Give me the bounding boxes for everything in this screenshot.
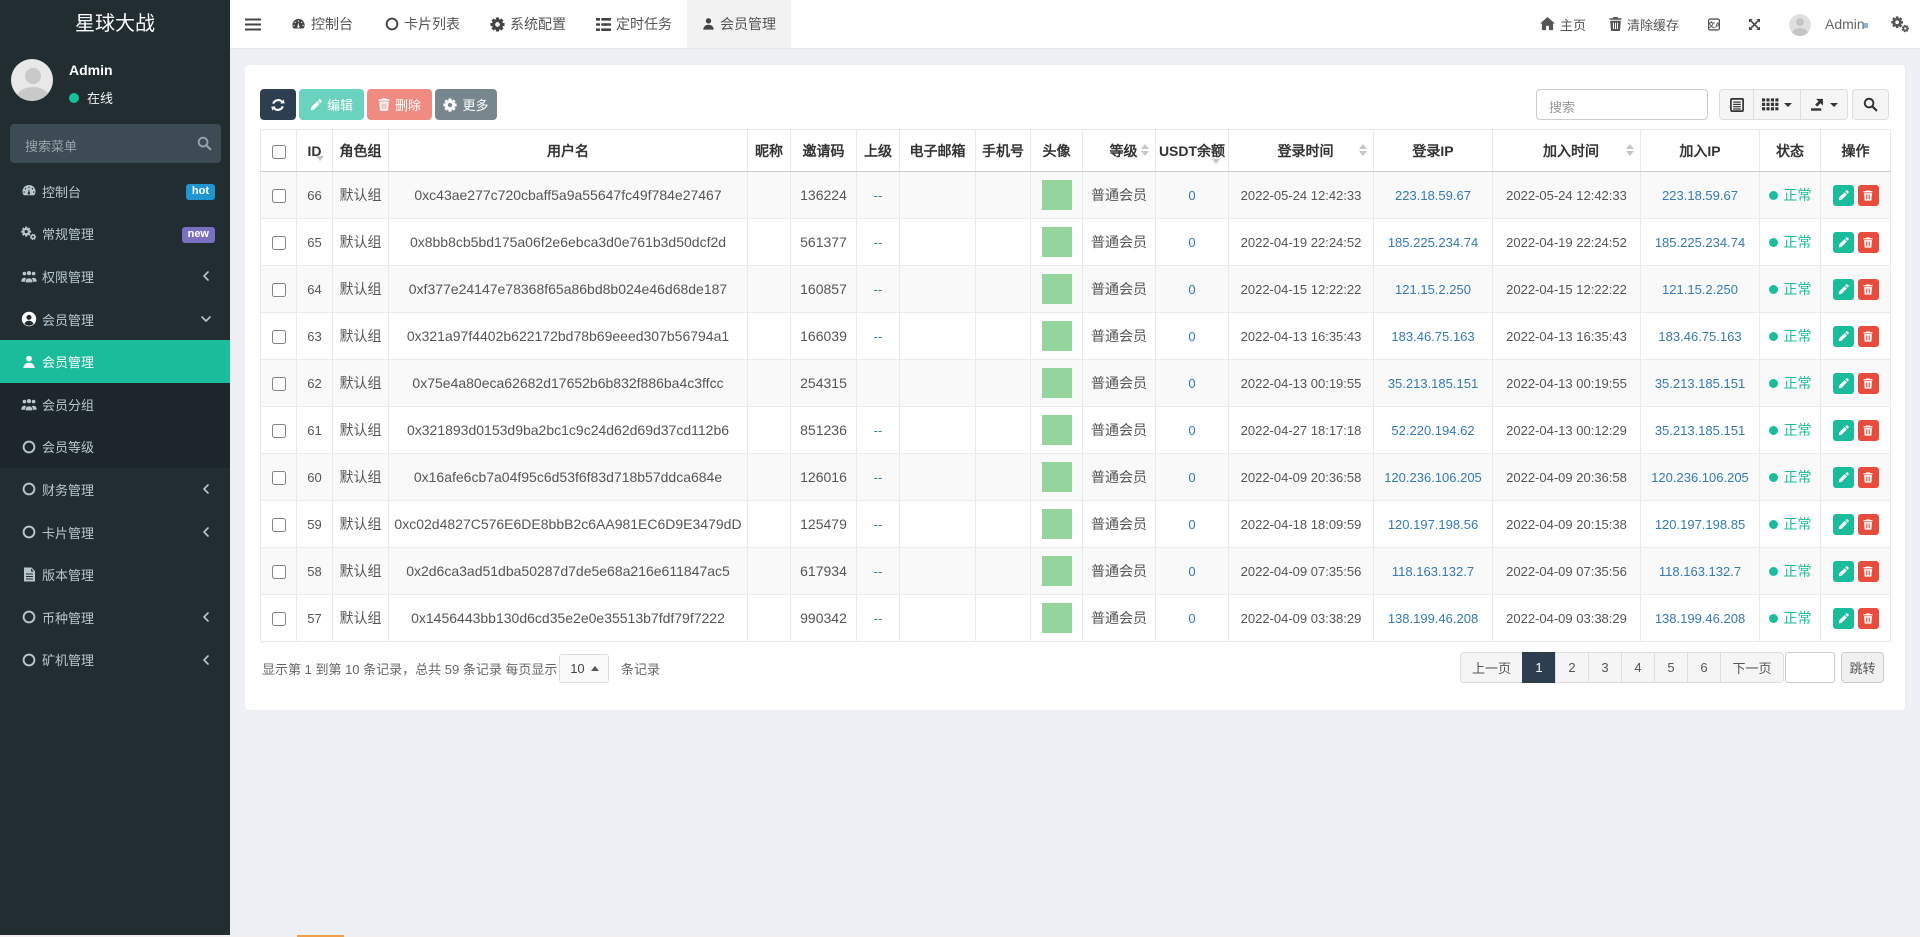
svg-text:文A: 文A [1708,19,1720,29]
